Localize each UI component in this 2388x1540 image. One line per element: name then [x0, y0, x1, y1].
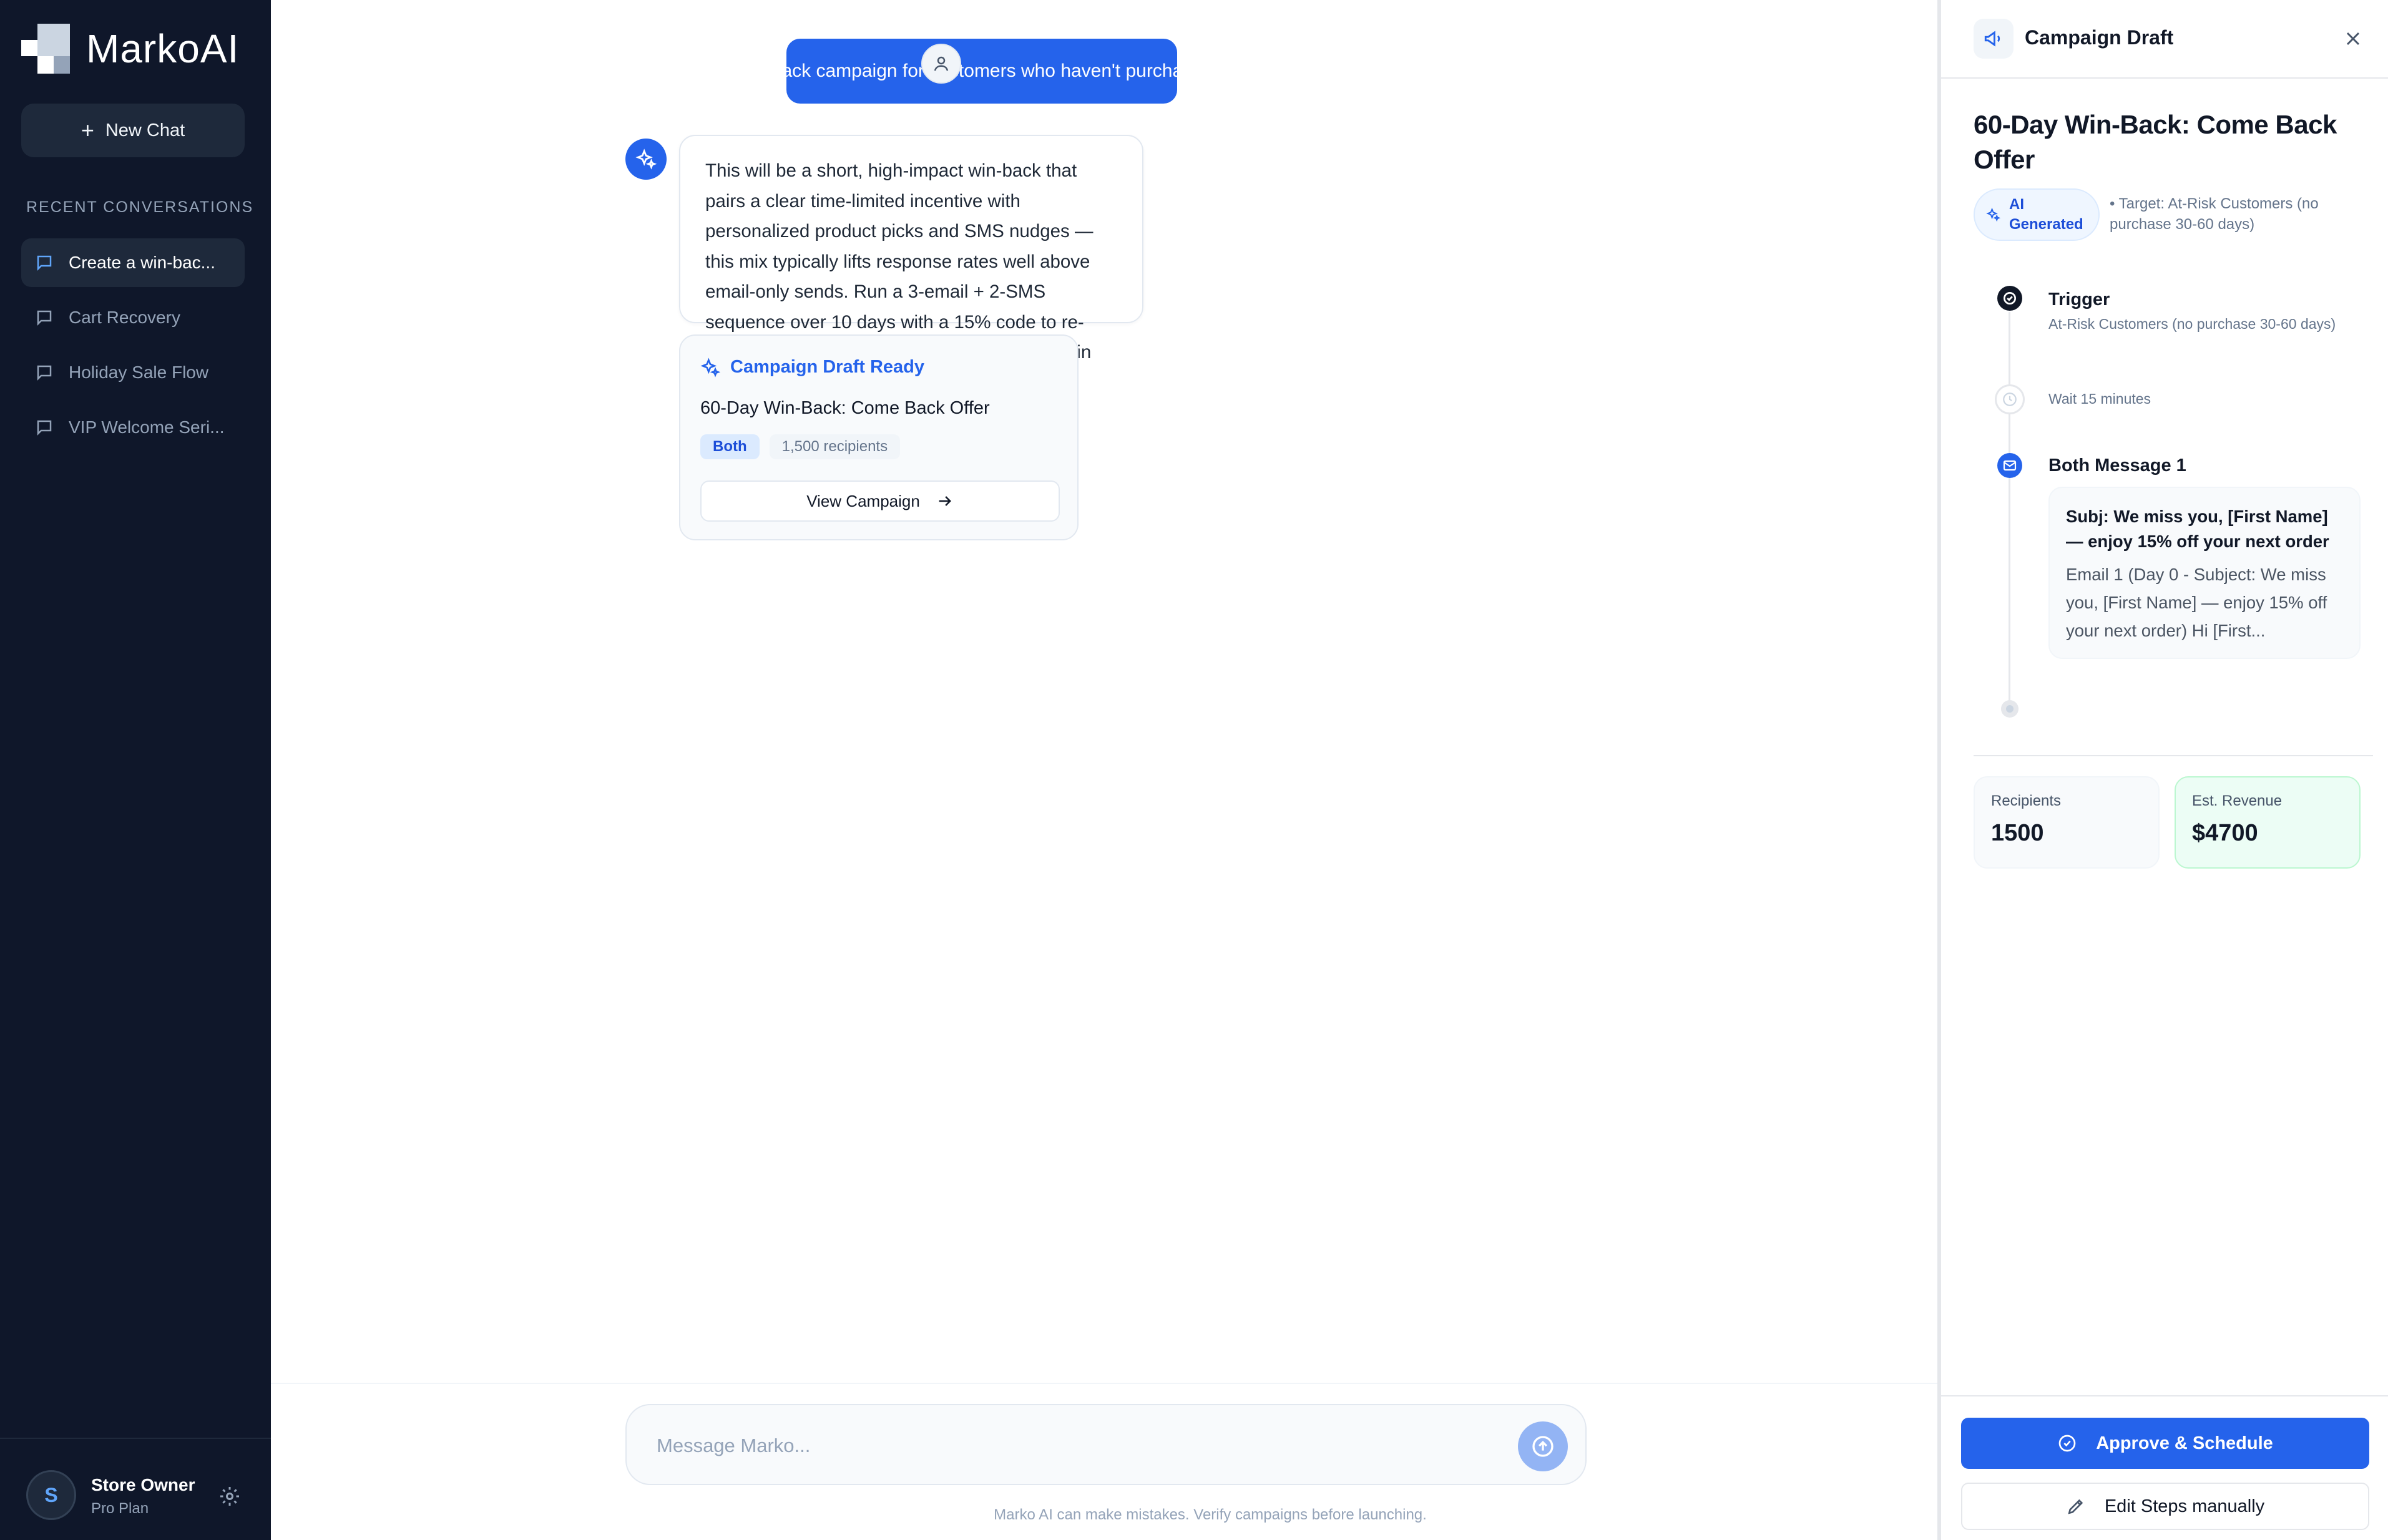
approve-schedule-button[interactable]: Approve & Schedule — [1961, 1418, 2369, 1469]
conversation-label: Create a win-bac... — [69, 253, 215, 272]
sparkles-icon — [700, 357, 720, 378]
message-subject: Subj: We miss you, [First Name] — enjoy … — [2066, 507, 2329, 551]
target-audience: • Target: At-Risk Customers (no purchase… — [2110, 195, 2319, 233]
ai-generated-label: AI Generated — [2009, 196, 2083, 233]
trigger-step-title: Trigger — [2048, 290, 2110, 309]
timeline-line — [2009, 312, 2010, 705]
conversation-item-cart-recovery[interactable]: Cart Recovery — [21, 293, 245, 342]
chat-bubble-icon — [37, 255, 52, 271]
message-step-card[interactable]: Subj: We miss you, [First Name] — enjoy … — [2048, 487, 2361, 659]
revenue-stat: Est. Revenue $4700 — [2175, 776, 2361, 869]
send-button[interactable] — [1518, 1421, 1568, 1471]
conversation-item-win-back[interactable]: Create a win-bac... — [21, 238, 245, 287]
app-name: MarkoAI — [86, 26, 240, 71]
check-circle-icon — [2058, 1435, 2076, 1452]
revenue-value: $4700 — [2192, 820, 2258, 846]
campaign-draft-panel: Campaign Draft 60-Day Win-Back: Come Bac… — [1937, 0, 2388, 1540]
edit-steps-label: Edit Steps manually — [2104, 1496, 2265, 1516]
chat-bubble-icon — [37, 365, 52, 381]
view-campaign-button[interactable]: View Campaign — [700, 480, 1060, 522]
megaphone-icon — [1974, 19, 2014, 59]
ai-message: This will be a short, high-impact win-ba… — [679, 135, 1143, 393]
message-composer — [625, 1404, 1587, 1485]
message-step-title: Both Message 1 — [2048, 456, 2186, 475]
app-logo[interactable]: MarkoAI — [21, 24, 239, 74]
conversation-item-vip-welcome[interactable]: VIP Welcome Seri... — [21, 403, 245, 452]
conversation-list: Create a win-bac... Cart Recovery Holida… — [21, 238, 245, 458]
gear-icon[interactable] — [218, 1485, 241, 1508]
arrow-right-icon — [939, 496, 951, 506]
channel-badge: Both — [700, 434, 760, 459]
draft-card-title: Campaign Draft Ready — [730, 357, 925, 377]
campaign-draft-card: Campaign Draft Ready 60-Day Win-Back: Co… — [679, 334, 1079, 540]
panel-title: Campaign Draft — [2025, 26, 2174, 49]
edit-steps-button[interactable]: Edit Steps manually — [1961, 1483, 2369, 1530]
conversation-label: VIP Welcome Seri... — [69, 417, 225, 437]
trigger-step-icon — [1997, 286, 2022, 311]
chat-main: Create a win-back campaign for customers… — [271, 0, 1937, 1540]
recipients-stat: Recipients 1500 — [1974, 776, 2160, 869]
sparkles-icon — [635, 149, 657, 170]
new-chat-button[interactable]: + New Chat — [21, 104, 245, 157]
sidebar: MarkoAI + New Chat RECENT CONVERSATIONS … — [0, 0, 271, 1540]
recipients-label: Recipients — [1991, 792, 2062, 809]
disclaimer-text: Marko AI can make mistakes. Verify campa… — [994, 1506, 1427, 1523]
revenue-label: Est. Revenue — [2192, 792, 2283, 809]
chat-bubble-icon — [37, 420, 52, 436]
timeline-end-dot — [2001, 700, 2019, 718]
user-avatar[interactable]: S — [26, 1470, 76, 1520]
panel-header: Campaign Draft — [1941, 0, 2388, 79]
arrow-up-icon — [1532, 1436, 1554, 1457]
user-avatar-small — [921, 44, 961, 84]
recent-conversations-heading: RECENT CONVERSATIONS — [26, 198, 254, 216]
wait-step-label: Wait 15 minutes — [2048, 391, 2151, 407]
conversation-item-holiday-sale[interactable]: Holiday Sale Flow — [21, 348, 245, 397]
user-message: Create a win-back campaign for customers… — [660, 39, 1304, 104]
logo-icon — [21, 24, 70, 74]
user-profile: S Store Owner Pro Plan — [0, 1438, 271, 1540]
mail-icon — [1997, 453, 2022, 478]
ai-generated-badge: AI Generated — [1974, 188, 2100, 241]
message-body-preview: Email 1 (Day 0 - Subject: We miss you, [… — [2066, 565, 2327, 640]
plus-icon: + — [81, 117, 94, 143]
draft-card-header: Campaign Draft Ready — [700, 357, 924, 378]
campaign-title: 60-Day Win-Back: Come Back Offer — [1974, 110, 2337, 174]
panel-divider — [1974, 755, 2373, 756]
draft-campaign-name: 60-Day Win-Back: Come Back Offer — [700, 398, 990, 418]
chat-bubble-icon — [37, 310, 52, 326]
person-icon — [934, 56, 949, 71]
composer-divider — [271, 1383, 1937, 1384]
view-campaign-label: View Campaign — [806, 491, 920, 510]
recipients-badge: 1,500 recipients — [769, 434, 901, 459]
trigger-step-subtitle: At-Risk Customers (no purchase 30-60 day… — [2048, 316, 2336, 332]
user-name: Store Owner — [91, 1475, 195, 1494]
recipients-value: 1500 — [1991, 820, 2044, 846]
message-input[interactable] — [657, 1428, 1480, 1464]
ai-avatar — [625, 139, 667, 180]
panel-footer: Approve & Schedule Edit Steps manually — [1941, 1395, 2388, 1540]
approve-schedule-label: Approve & Schedule — [2096, 1433, 2273, 1453]
conversation-label: Holiday Sale Flow — [69, 363, 209, 382]
pencil-icon — [2068, 1499, 2083, 1514]
conversation-label: Cart Recovery — [69, 308, 180, 327]
clock-icon — [1995, 384, 2025, 414]
close-icon[interactable] — [2342, 27, 2364, 50]
user-plan: Pro Plan — [91, 1500, 149, 1517]
draft-tags: Both 1,500 recipients — [700, 434, 910, 459]
sparkles-icon — [1986, 207, 2000, 222]
new-chat-label: New Chat — [105, 120, 185, 140]
